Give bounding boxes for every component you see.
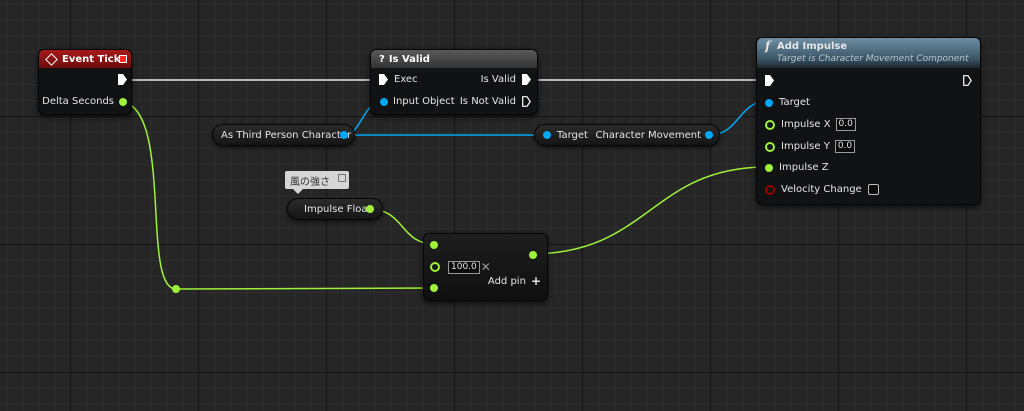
delta-seconds-pin[interactable]: Delta Seconds: [42, 96, 127, 107]
impulse-z-label: Impulse Z: [779, 162, 829, 173]
impulse-z-pin[interactable]: Impulse Z: [765, 162, 829, 173]
event-diamond-icon: [45, 52, 58, 66]
third-person-character-node[interactable]: As Third Person Character: [212, 124, 355, 146]
is-valid-header[interactable]: ? Is Valid: [371, 50, 537, 68]
event-tick-node[interactable]: Event Tick Delta Seconds: [38, 49, 132, 115]
float-pin-hollow: [765, 119, 775, 130]
x-icon[interactable]: ✕: [481, 260, 491, 274]
is-valid-title: Is Valid: [388, 53, 430, 65]
object-pin-dot: [765, 98, 773, 107]
impulse-y-field[interactable]: 0.0: [834, 140, 856, 153]
input-object-pin[interactable]: Input Object: [380, 96, 455, 107]
impulse-float-label: Impulse Float: [304, 203, 372, 215]
add-impulse-title: Add Impulse: [777, 41, 848, 52]
is-not-valid-out-pin[interactable]: Is Not Valid: [460, 96, 531, 107]
comment-pin-icon[interactable]: [338, 174, 346, 182]
comment-tail: [293, 189, 303, 194]
exec-in-icon: [379, 74, 388, 85]
float-wire-multiply-to-impulsez[interactable]: [529, 166, 769, 255]
float-wire-reroute-to-multiply[interactable]: [175, 287, 435, 290]
exec-out-icon: [118, 74, 127, 85]
character-movement-label: Character Movement: [595, 129, 701, 141]
object-pin-dot[interactable]: [543, 131, 551, 139]
impulse-x-pin[interactable]: Impulse X 0.0: [765, 118, 856, 131]
target-label: Target: [779, 97, 810, 108]
velocity-change-label: Velocity Change: [781, 184, 862, 195]
comment-bubble[interactable]: 風の強さ: [285, 171, 349, 194]
function-icon: f: [765, 39, 771, 53]
exec-out-hollow-icon: [963, 75, 972, 86]
add-impulse-exec-in[interactable]: [765, 75, 774, 86]
plus-icon: +: [530, 274, 541, 288]
exec-out-icon: [522, 74, 531, 85]
bool-pin-hollow: [765, 184, 775, 195]
velocity-change-pin[interactable]: Velocity Change: [765, 184, 879, 195]
add-impulse-exec-out[interactable]: [963, 75, 972, 86]
add-pin-label: Add pin: [487, 275, 526, 287]
float-pin-dot: [119, 97, 127, 106]
multiply-input-a-pin[interactable]: [430, 241, 438, 249]
multiply-input-b-pin[interactable]: 100.0 ✕: [430, 260, 491, 274]
add-pin-button[interactable]: Add pin +: [488, 274, 541, 288]
question-mark-icon: ?: [379, 53, 385, 65]
is-valid-out-label: Is Valid: [480, 74, 516, 85]
float-pin-dot[interactable]: [366, 205, 374, 213]
character-movement-node[interactable]: Target Character Movement: [534, 124, 720, 146]
multiply-output-pin[interactable]: [529, 251, 537, 259]
is-valid-out-pin[interactable]: Is Valid: [481, 74, 531, 85]
input-object-label: Input Object: [393, 96, 455, 107]
velocity-change-checkbox[interactable]: [867, 184, 879, 195]
multiply-value-field[interactable]: 100.0: [448, 260, 480, 274]
exec-in-pin[interactable]: Exec: [379, 74, 418, 85]
event-tick-title: Event Tick: [62, 53, 121, 65]
float-pin-dot: [765, 163, 773, 172]
add-impulse-subtitle: Target is Character Movement Component: [777, 54, 969, 64]
target-label: Target: [557, 129, 588, 141]
multiply-node[interactable]: 100.0 ✕ Add pin +: [423, 233, 548, 301]
breakpoint-icon[interactable]: [119, 55, 127, 63]
exec-out-hollow-icon: [522, 96, 531, 107]
impulse-x-field[interactable]: 0.0: [835, 118, 856, 131]
float-pin-hollow: [430, 262, 440, 272]
exec-in-icon: [765, 75, 774, 86]
multiply-input-c-pin[interactable]: [430, 284, 438, 292]
add-impulse-node[interactable]: f Add Impulse Target is Character Moveme…: [756, 37, 981, 205]
float-pin-hollow: [765, 141, 775, 152]
impulse-x-label: Impulse X: [781, 119, 831, 130]
object-pin-dot[interactable]: [340, 131, 348, 139]
third-person-character-label: As Third Person Character: [221, 129, 352, 141]
exec-label: Exec: [394, 74, 418, 85]
float-wire-delta-to-reroute[interactable]: [117, 100, 177, 290]
target-pin[interactable]: Target: [765, 97, 810, 108]
delta-seconds-label: Delta Seconds: [42, 96, 114, 107]
is-not-valid-label: Is Not Valid: [459, 96, 516, 107]
event-tick-exec-out[interactable]: [118, 74, 127, 85]
impulse-y-label: Impulse Y: [781, 141, 830, 152]
impulse-float-node[interactable]: Impulse Float: [287, 198, 383, 220]
reroute-node[interactable]: [172, 285, 180, 293]
event-tick-header[interactable]: Event Tick: [39, 50, 131, 68]
is-valid-node[interactable]: ? Is Valid Exec Input Object Is Valid Is…: [370, 49, 538, 115]
impulse-y-pin[interactable]: Impulse Y 0.0: [765, 140, 856, 153]
object-pin-dot: [380, 97, 388, 106]
comment-text: 風の強さ: [290, 176, 330, 188]
add-impulse-header[interactable]: f Add Impulse Target is Character Moveme…: [757, 38, 980, 68]
object-pin-dot[interactable]: [705, 131, 713, 139]
